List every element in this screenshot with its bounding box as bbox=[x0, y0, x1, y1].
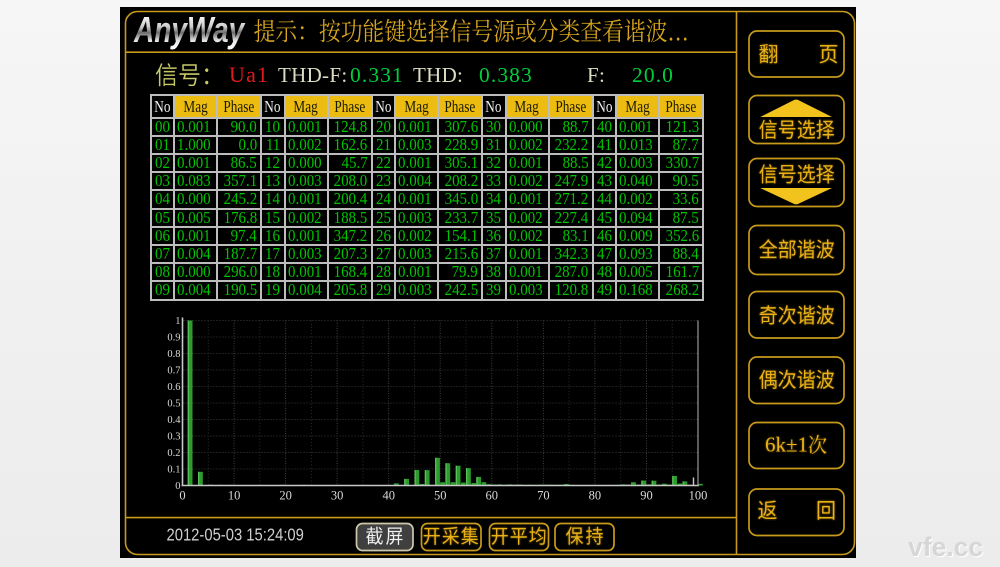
svg-text:70: 70 bbox=[537, 489, 550, 503]
svg-text:0.2: 0.2 bbox=[167, 448, 180, 459]
svg-text:20.0: 20.0 bbox=[632, 63, 674, 87]
svg-text:0.4: 0.4 bbox=[167, 415, 181, 426]
svg-text:90: 90 bbox=[640, 489, 653, 503]
svg-text:Ua1: Ua1 bbox=[229, 62, 269, 87]
svg-text:0.383: 0.383 bbox=[479, 63, 533, 87]
svg-text:0: 0 bbox=[179, 489, 185, 503]
svg-text:80: 80 bbox=[589, 489, 602, 503]
svg-text:40: 40 bbox=[382, 489, 395, 503]
svg-text:60: 60 bbox=[486, 489, 499, 503]
svg-text:vfe.cc: vfe.cc bbox=[908, 532, 983, 562]
svg-text:6k±1: 6k±1 bbox=[765, 433, 808, 457]
svg-text:1: 1 bbox=[175, 316, 180, 327]
svg-text:100: 100 bbox=[689, 489, 708, 503]
svg-text:20: 20 bbox=[279, 489, 292, 503]
svg-text:10: 10 bbox=[228, 489, 241, 503]
svg-text:2012-05-03 15:24:09: 2012-05-03 15:24:09 bbox=[167, 525, 304, 544]
svg-text:0.9: 0.9 bbox=[167, 333, 180, 344]
svg-text:0.7: 0.7 bbox=[167, 366, 180, 377]
svg-text:0.8: 0.8 bbox=[167, 349, 180, 360]
svg-text:F:: F: bbox=[587, 63, 605, 87]
svg-text:AnyWay: AnyWay bbox=[133, 10, 246, 50]
svg-text:0.3: 0.3 bbox=[167, 432, 180, 443]
svg-text:0.331: 0.331 bbox=[350, 63, 404, 87]
svg-text:30: 30 bbox=[331, 489, 344, 503]
svg-text:0.6: 0.6 bbox=[167, 382, 180, 393]
svg-text:THD-F:: THD-F: bbox=[278, 63, 347, 87]
svg-text:0.5: 0.5 bbox=[167, 399, 180, 410]
svg-text:0.1: 0.1 bbox=[167, 465, 180, 476]
svg-text:THD:: THD: bbox=[413, 63, 463, 87]
svg-text:50: 50 bbox=[434, 489, 447, 503]
